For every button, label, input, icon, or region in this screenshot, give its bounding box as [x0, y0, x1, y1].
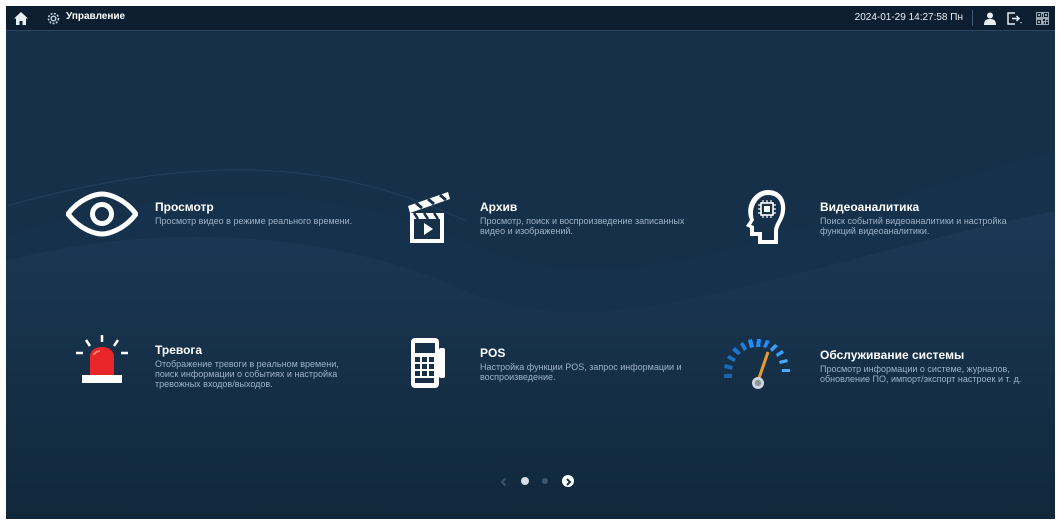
- next-page-arrow-icon[interactable]: [562, 475, 574, 487]
- page-title: Управление: [66, 11, 126, 22]
- eye-icon: [66, 191, 138, 237]
- top-bar: Управление 2024-01-29 14:27:58 Пн: [6, 6, 1055, 31]
- logout-icon[interactable]: [1005, 9, 1023, 27]
- settings-gear-icon[interactable]: [44, 9, 62, 27]
- datetime-display: 2024-01-29 14:27:58 Пн: [854, 12, 963, 23]
- divider: [972, 10, 973, 26]
- qr-code-icon[interactable]: [1033, 9, 1051, 27]
- tile-archive[interactable]: Архив Просмотр, поиск и воспроизведение …: [404, 186, 704, 250]
- app-window: Управление 2024-01-29 14:27:58 Пн Просмо…: [6, 6, 1055, 519]
- page-dot-1[interactable]: [521, 477, 529, 485]
- tile-pos[interactable]: POS Настройка функции POS, запрос информ…: [404, 336, 704, 400]
- tile-description: Просмотр видео в режиме реального времен…: [155, 216, 353, 226]
- background-waves: [6, 31, 1055, 519]
- pos-terminal-icon: [411, 338, 445, 388]
- tile-description: Настройка функции POS, запрос информации…: [480, 362, 682, 382]
- alarm-siren-icon: [76, 335, 128, 383]
- brain-chip-icon: [746, 190, 786, 244]
- tile-system-maintenance[interactable]: Обслуживание системы Просмотр информации…: [718, 334, 1048, 398]
- tile-title: Архив: [480, 200, 518, 214]
- tile-title: Видеоаналитика: [820, 200, 920, 214]
- tile-description: Просмотр информации о системе, журналов,…: [820, 364, 1022, 384]
- tile-video-analytics[interactable]: Видеоаналитика Поиск событий видеоаналит…: [736, 186, 1046, 250]
- page-dot-2[interactable]: [542, 478, 548, 484]
- tile-title: POS: [480, 346, 506, 360]
- tile-description: Отображение тревоги в реальном времени, …: [155, 359, 339, 389]
- clapperboard-icon: [408, 192, 450, 243]
- tile-description: Просмотр, поиск и воспроизведение записа…: [480, 216, 685, 236]
- prev-page-arrow-icon[interactable]: [498, 475, 510, 487]
- tile-live-view[interactable]: Просмотр Просмотр видео в режиме реально…: [66, 186, 366, 250]
- gauge-icon: [724, 339, 790, 389]
- tile-title: Обслуживание системы: [820, 348, 965, 362]
- tile-alarm[interactable]: Тревога Отображение тревоги в реальном в…: [66, 331, 366, 401]
- tile-title: Тревога: [155, 343, 203, 357]
- home-icon[interactable]: [12, 9, 30, 27]
- user-icon[interactable]: [981, 9, 999, 27]
- tile-description: Поиск событий видеоаналитики и настройка…: [820, 216, 1007, 236]
- tile-title: Просмотр: [155, 200, 214, 214]
